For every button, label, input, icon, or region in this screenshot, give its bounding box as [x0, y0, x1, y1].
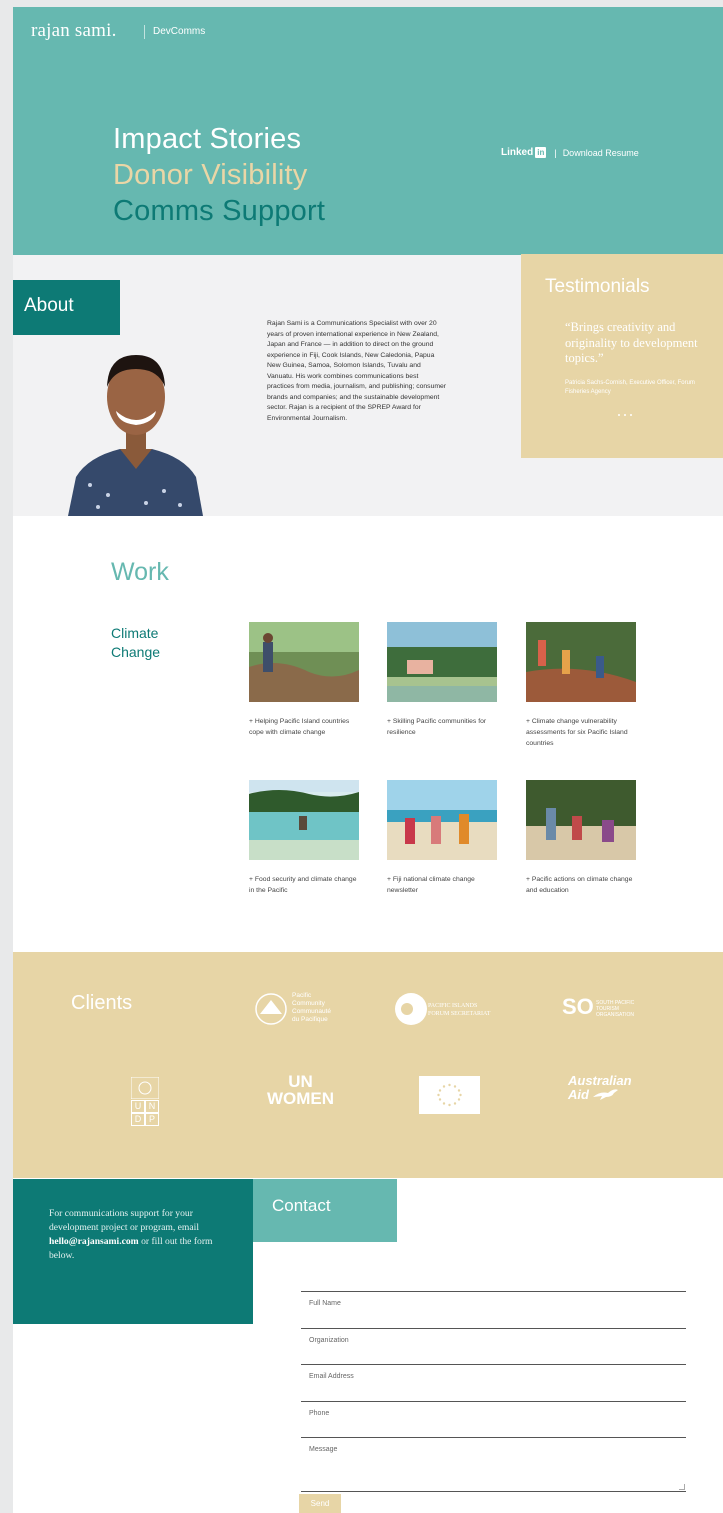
- eu-flag-icon: [419, 1076, 480, 1114]
- testimonial-author: Patricia Sachs-Cornish, Executive Office…: [565, 380, 695, 395]
- send-button[interactable]: Send: [299, 1494, 341, 1513]
- field-label: Phone: [309, 1410, 330, 1417]
- work-caption: + Climate change vulnerability assessmen…: [526, 718, 628, 747]
- linkedin-icon: in: [535, 147, 547, 158]
- contact-tab: Contact: [253, 1179, 397, 1242]
- undp-emblem-icon: [131, 1077, 159, 1099]
- field-label: Full Name: [309, 1300, 341, 1307]
- tagline-comms-support: Comms Support: [113, 195, 326, 227]
- unwomen-text: UN: [288, 1072, 313, 1091]
- about-title: About: [13, 280, 120, 335]
- work-card[interactable]: + Food security and climate change in th…: [249, 780, 361, 896]
- work-photo: [526, 622, 636, 702]
- work-card[interactable]: + Fiji national climate change newslette…: [387, 780, 499, 896]
- work-caption: + Helping Pacific Island countries cope …: [249, 718, 350, 736]
- contact-info-panel: For communications support for your deve…: [13, 1179, 253, 1324]
- ausaid-text: Australian: [568, 1073, 632, 1088]
- testimonials-title: Testimonials: [545, 276, 650, 297]
- clients-section: Clients Pacific Community Communauté du …: [13, 952, 723, 1178]
- testimonials-panel: Testimonials “Brings creativity and orig…: [521, 254, 723, 458]
- undp-letter: U: [131, 1100, 145, 1113]
- field-label: Organization: [309, 1337, 349, 1344]
- work-photo: [387, 622, 497, 702]
- undp-letter: D: [131, 1113, 145, 1126]
- testimonial-quote: “Brings creativity and originality to de…: [565, 320, 698, 365]
- undp-letter: P: [145, 1113, 159, 1126]
- work-card[interactable]: + Skilling Pacific communities for resil…: [387, 622, 499, 738]
- email-field[interactable]: Email Address: [301, 1364, 686, 1401]
- logo-divider: [144, 25, 145, 39]
- work-caption: + Pacific actions on climate change and …: [526, 876, 633, 894]
- field-label: Message: [309, 1446, 338, 1453]
- contact-info: For communications support for your deve…: [49, 1207, 224, 1263]
- full-name-field[interactable]: Full Name: [301, 1291, 686, 1328]
- portrait-photo: [68, 345, 203, 516]
- spc-text: Communauté: [292, 1008, 332, 1015]
- phone-field[interactable]: Phone: [301, 1401, 686, 1438]
- contact-title: Contact: [272, 1196, 331, 1215]
- page: rajan sami. DevComms Impact Stories Dono…: [13, 7, 723, 1513]
- work-caption: + Skilling Pacific communities for resil…: [387, 718, 487, 736]
- pifs-logo-icon: [395, 993, 427, 1025]
- work-photo: [249, 780, 359, 860]
- linkedin-label: Linked: [501, 147, 534, 158]
- about-text: Rajan Sami is a Communications Specialis…: [267, 320, 447, 422]
- client-logo-unwomen: UN WOMEN: [258, 1073, 343, 1107]
- download-resume-link[interactable]: Download Resume: [563, 148, 639, 158]
- work-caption: + Fiji national climate change newslette…: [387, 876, 475, 894]
- spc-text: Pacific: [292, 992, 312, 999]
- pifs-text: PACIFIC ISLANDS: [428, 1003, 478, 1009]
- work-caption: + Food security and climate change in th…: [249, 876, 357, 894]
- kangaroo-icon: [592, 1089, 618, 1100]
- work-card[interactable]: + Climate change vulnerability assessmen…: [526, 622, 638, 749]
- spc-logo-icon: [255, 993, 287, 1025]
- work-photo: [249, 622, 359, 702]
- ausaid-text: Aid: [568, 1086, 589, 1102]
- spto-text: ORGANISATION: [596, 1012, 634, 1018]
- spc-text: du Pacifique: [292, 1016, 328, 1023]
- site-logo[interactable]: rajan sami.: [31, 20, 117, 42]
- work-category: Climate Change: [111, 624, 160, 662]
- category-line: Change: [111, 644, 161, 660]
- contact-info-text: For communications support for your deve…: [49, 1208, 199, 1233]
- work-photo: [387, 780, 497, 860]
- organization-field[interactable]: Organization: [301, 1328, 686, 1365]
- message-field[interactable]: Message: [301, 1437, 686, 1492]
- tagline-impact-stories: Impact Stories: [113, 123, 302, 155]
- client-logo-australian-aid: Australian Aid: [568, 1074, 632, 1101]
- carousel-dot[interactable]: [624, 414, 626, 416]
- linkedin-link[interactable]: Linked in: [501, 147, 547, 158]
- work-title: Work: [111, 558, 169, 586]
- clients-title: Clients: [71, 992, 133, 1014]
- carousel-dot[interactable]: [618, 414, 620, 416]
- undp-letter: N: [145, 1100, 159, 1113]
- site-subtitle: DevComms: [153, 26, 206, 37]
- field-label: Email Address: [309, 1373, 354, 1380]
- spc-text: Community: [292, 1000, 325, 1007]
- spto-mark: SO: [562, 994, 594, 1019]
- category-line: Climate: [111, 625, 159, 641]
- work-card[interactable]: + Helping Pacific Island countries cope …: [249, 622, 361, 738]
- resize-handle-icon[interactable]: [679, 1484, 685, 1490]
- tagline-donor-visibility: Donor Visibility: [113, 159, 308, 191]
- carousel-dots: [618, 414, 632, 416]
- carousel-dot[interactable]: [630, 414, 632, 416]
- pifs-text: FORUM SECRETARIAT: [428, 1011, 491, 1017]
- unwomen-text: WOMEN: [266, 1089, 335, 1108]
- contact-email-link[interactable]: hello@rajansami.com: [49, 1236, 139, 1247]
- work-photo: [526, 780, 636, 860]
- work-card[interactable]: + Pacific actions on climate change and …: [526, 780, 638, 896]
- client-logo-eu: [419, 1076, 480, 1119]
- hero-section: rajan sami. DevComms Impact Stories Dono…: [13, 7, 723, 255]
- hero-links: Linked in | Download Resume: [501, 147, 639, 158]
- link-separator: |: [554, 147, 557, 158]
